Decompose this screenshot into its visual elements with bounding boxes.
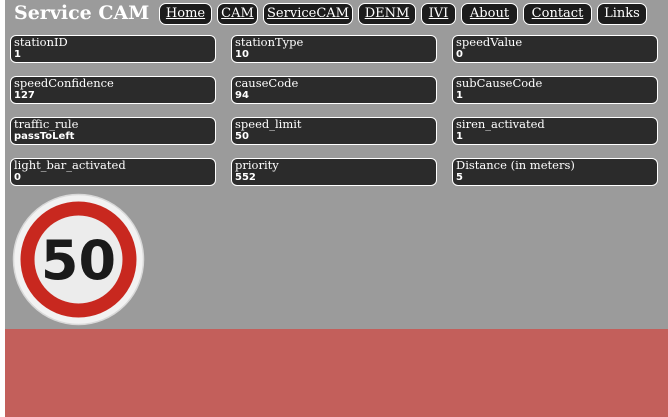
field-card-speed-limit: speed_limit 50 <box>231 117 437 145</box>
field-value: 1 <box>456 90 463 101</box>
field-label: siren_activated <box>456 117 545 131</box>
field-label: stationType <box>235 35 304 49</box>
nav-contact-button[interactable]: Contact <box>523 3 592 25</box>
field-card-sub-cause-code: subCauseCode 1 <box>452 76 658 104</box>
nav-bar: Home CAM ServiceCAM DENM IVI About Conta… <box>159 3 647 25</box>
field-card-distance: Distance (in meters) 5 <box>452 158 658 186</box>
field-value: 50 <box>235 131 249 142</box>
nav-ivi-button[interactable]: IVI <box>421 3 456 25</box>
field-value: 94 <box>235 90 249 101</box>
nav-links-button[interactable]: Links <box>597 3 647 25</box>
nav-home-button[interactable]: Home <box>159 3 212 25</box>
field-value: 5 <box>456 172 463 183</box>
field-value: 10 <box>235 49 249 60</box>
field-card-station-type: stationType 10 <box>231 35 437 63</box>
field-card-priority: priority 552 <box>231 158 437 186</box>
field-value: 0 <box>456 49 463 60</box>
field-card-traffic-rule: traffic_rule passToLeft <box>10 117 216 145</box>
nav-denm-button[interactable]: DENM <box>358 3 416 25</box>
nav-cam-button[interactable]: CAM <box>217 3 258 25</box>
field-label: speedValue <box>456 35 523 49</box>
field-card-cause-code: causeCode 94 <box>231 76 437 104</box>
field-label: traffic_rule <box>14 117 79 131</box>
field-value: 552 <box>235 172 256 183</box>
speed-limit-sign-icon: 50 <box>12 193 145 326</box>
field-label: light_bar_activated <box>14 158 126 172</box>
field-label: causeCode <box>235 76 299 90</box>
field-card-light-bar-activated: light_bar_activated 0 <box>10 158 216 186</box>
field-card-siren-activated: siren_activated 1 <box>452 117 658 145</box>
field-card-speed-value: speedValue 0 <box>452 35 658 63</box>
field-label: speedConfidence <box>14 76 114 90</box>
field-value: 1 <box>456 131 463 142</box>
field-label: Distance (in meters) <box>456 158 575 172</box>
field-value: 127 <box>14 90 35 101</box>
field-label: priority <box>235 158 279 172</box>
field-card-station-id: stationID 1 <box>10 35 216 63</box>
field-value: passToLeft <box>14 131 75 142</box>
nav-about-button[interactable]: About <box>461 3 518 25</box>
nav-servicecam-button[interactable]: ServiceCAM <box>263 3 353 25</box>
page-title: Service CAM <box>14 2 150 24</box>
field-value: 1 <box>14 49 21 60</box>
field-label: stationID <box>14 35 68 49</box>
speed-limit-text: 50 <box>41 229 116 292</box>
field-value: 0 <box>14 172 21 183</box>
field-label: speed_limit <box>235 117 302 131</box>
field-grid: stationID 1 stationType 10 speedValue 0 … <box>10 35 658 186</box>
field-card-speed-confidence: speedConfidence 127 <box>10 76 216 104</box>
field-label: subCauseCode <box>456 76 543 90</box>
alert-band <box>5 329 668 417</box>
